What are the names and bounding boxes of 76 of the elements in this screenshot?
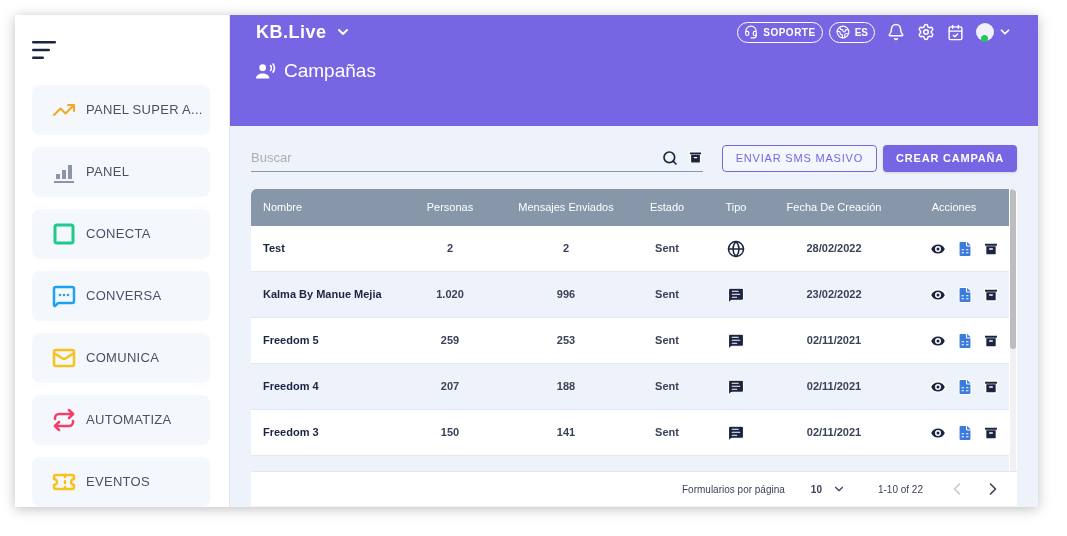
table-cell-text: 2 (561, 241, 571, 257)
table-cell-text: Sent (654, 287, 680, 303)
brand-dropdown[interactable]: KB.Live (256, 18, 351, 46)
rows-per-page-select[interactable]: 10 (810, 481, 846, 497)
search-field[interactable]: Buscar (251, 147, 662, 168)
sidebar-item[interactable]: AUTOMATIZA (32, 395, 210, 445)
message-icon (727, 423, 745, 442)
send-sms-button[interactable]: ENVIAR SMS MASIVO (721, 144, 877, 172)
archive-icon[interactable] (688, 150, 703, 165)
table-cell-text: Freedom 4 (262, 379, 320, 395)
spreadsheet-icon[interactable] (956, 284, 974, 305)
sidebar-item[interactable]: PANEL SUPER A... (32, 85, 210, 135)
calendar-icon[interactable] (947, 23, 964, 41)
table-cell-text: 996 (555, 287, 577, 303)
create-campaign-button[interactable]: CREAR CAMPAÑA (883, 144, 1017, 172)
repeat-icon (52, 408, 76, 432)
avatar[interactable] (976, 23, 994, 41)
sidebar-item[interactable]: CONECTA (32, 209, 210, 259)
archive-icon[interactable] (983, 424, 999, 441)
table-cell-text: Test (262, 241, 286, 257)
column-header: Nombre (262, 200, 304, 216)
notification-icon[interactable] (887, 23, 905, 41)
message-icon (727, 377, 745, 396)
column-header: Fecha De Creación (785, 200, 883, 216)
table-cell-text: 1.020 (435, 287, 465, 303)
table-cell-text: Sent (654, 241, 680, 257)
menu-icon[interactable] (32, 39, 56, 60)
column-header: Tipo (724, 200, 748, 216)
table-cell-text: Freedom 5 (262, 333, 320, 349)
table-cell-text: 141 (555, 425, 577, 441)
table-cell-text: 02/11/2021 (805, 425, 863, 441)
table-cell-text: Freedom 3 (262, 425, 320, 441)
table-cell-text: 02/11/2021 (805, 333, 863, 349)
message-icon (727, 331, 745, 350)
column-header: Mensajes Enviados (517, 200, 615, 216)
column-header: Acciones (930, 200, 978, 216)
sidebar-item[interactable]: COMUNICA (32, 333, 210, 383)
table-cell-text: 188 (555, 379, 577, 395)
table-cell-text: 23/02/2022 (805, 287, 863, 303)
sidebar-item[interactable]: CONVERSA (32, 271, 210, 321)
table-cell-text: 2 (445, 241, 455, 257)
archive-icon[interactable] (983, 240, 999, 257)
rows-per-page-label: Formularios por página (682, 482, 785, 497)
table-cell-text: 207 (439, 379, 461, 395)
chat-icon (52, 284, 76, 308)
table-cell-text: Sent (654, 333, 680, 349)
globe-icon (835, 25, 850, 39)
spreadsheet-icon[interactable] (956, 330, 974, 351)
table-cell-text: Sent (654, 425, 680, 441)
people-speaking-icon (256, 62, 276, 81)
search-icon[interactable] (662, 149, 678, 166)
settings-icon[interactable] (917, 23, 935, 41)
headset-icon (744, 25, 759, 39)
column-header: Estado (648, 200, 686, 216)
table-cell-text: 28/02/2022 (805, 241, 863, 257)
sidebar-item[interactable]: EVENTOS (32, 457, 210, 507)
message-icon (727, 285, 745, 304)
page-title: Campañas (284, 59, 376, 83)
column-header: Personas (425, 200, 475, 216)
table-cell-text: Kalma By Manue Mejia (262, 287, 383, 303)
archive-icon[interactable] (983, 332, 999, 349)
page-range: 1-10 of 22 (877, 482, 923, 497)
spreadsheet-icon[interactable] (956, 376, 974, 397)
spreadsheet-icon[interactable] (956, 238, 974, 259)
table-cell-text: 253 (555, 333, 577, 349)
table-cell-text: 150 (439, 425, 461, 441)
table-cell-text: 259 (439, 333, 461, 349)
globe-icon (727, 239, 745, 258)
sidebar-item[interactable]: PANEL (32, 147, 210, 197)
table-cell-text: Sent (654, 379, 680, 395)
table-cell-text: 02/11/2021 (805, 379, 863, 395)
square-icon (52, 222, 76, 246)
spreadsheet-icon[interactable] (956, 422, 974, 443)
archive-icon[interactable] (983, 378, 999, 395)
mail-icon (52, 346, 76, 370)
archive-icon[interactable] (983, 286, 999, 303)
